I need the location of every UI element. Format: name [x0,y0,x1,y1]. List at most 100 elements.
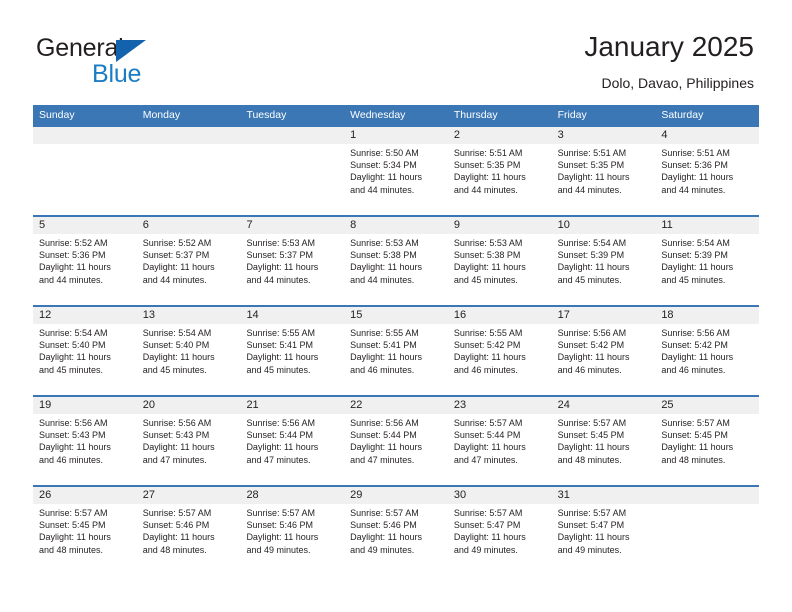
day-cell[interactable]: 2 Sunrise: 5:51 AM Sunset: 5:35 PM Daylight… [447,125,552,215]
day-cell[interactable]: 23 Sunrise: 5:57 AM Sunset: 5:44 PM Dayligh… [447,395,552,485]
day-number: 17 [551,307,656,324]
day-sunset-text: Sunset: 5:45 PM [661,430,728,441]
day-sun-info: Sunrise: 5:57 AM Sunset: 5:45 PM Daylight:… [655,414,759,466]
day-sunrise-text: Sunrise: 5:54 AM [39,328,108,338]
week-row: 5 Sunrise: 5:52 AM Sunset: 5:36 PM Daylight… [33,215,760,305]
day-sunrise-text: Sunrise: 5:55 AM [246,328,315,338]
day-daylight1-text: Daylight: 11 hours [453,442,526,453]
day-daylight1-text: Daylight: 11 hours [39,352,111,363]
day-daylight2-text: and 48 minutes. [661,454,726,465]
page-header: General Blue January 2025 Dolo, Davao, P… [0,0,792,104]
day-cell[interactable]: 3 Sunrise: 5:51 AM Sunset: 5:35 PM Daylight… [551,125,656,215]
day-cell[interactable]: 17 Sunrise: 5:56 AM Sunset: 5:42 PM Dayligh… [551,305,656,395]
day-sunrise-text: Sunrise: 5:57 AM [557,418,627,428]
day-daylight2-text: and 44 minutes. [661,184,726,195]
day-cell[interactable]: 21 Sunrise: 5:56 AM Sunset: 5:44 PM Dayligh… [240,395,345,485]
week-row: 19 Sunrise: 5:56 AM Sunset: 5:43 PM Dayligh… [33,395,760,485]
day-sunrise-text: Sunrise: 5:54 AM [661,238,730,248]
day-cell[interactable]: 15 Sunrise: 5:55 AM Sunset: 5:41 PM Dayligh… [344,305,448,395]
weekday-header-row: Sunday Monday Tuesday Wednesday Thursday Frid… [33,105,759,125]
day-daylight2-text: and 45 minutes. [246,364,311,375]
day-daylight2-text: and 47 minutes. [350,454,415,465]
weekday-header-sunday: Sunday [39,109,75,121]
day-daylight1-text: Daylight: 11 hours [246,532,319,543]
day-cell[interactable]: 18 Sunrise: 5:56 AM Sunset: 5:42 PM Dayligh… [655,305,760,395]
day-cell[interactable]: 12 Sunrise: 5:54 AM Sunset: 5:40 PM Dayligh… [33,305,137,395]
day-sunset-text: Sunset: 5:46 PM [246,520,313,531]
weekday-header-saturday: Saturday [661,109,704,121]
day-cell[interactable]: 22 Sunrise: 5:56 AM Sunset: 5:44 PM Dayligh… [344,395,448,485]
day-daylight1-text: Daylight: 11 hours [350,532,423,543]
day-daylight2-text: and 49 minutes. [453,544,518,555]
day-cell[interactable]: 30 Sunrise: 5:57 AM Sunset: 5:47 PM Dayligh… [447,485,552,575]
day-cell[interactable]: 27 Sunrise: 5:57 AM Sunset: 5:46 PM Dayligh… [136,485,241,575]
day-number: 12 [33,307,137,324]
day-sunrise-text: Sunrise: 5:50 AM [350,148,419,158]
day-sunrise-text: Sunrise: 5:55 AM [350,328,419,338]
day-daylight1-text: Daylight: 11 hours [142,352,215,363]
day-cell[interactable]: 6 Sunrise: 5:52 AM Sunset: 5:37 PM Daylight… [136,215,241,305]
day-cell[interactable]: 11 Sunrise: 5:54 AM Sunset: 5:39 PM Dayligh… [655,215,760,305]
day-sunset-text: Sunset: 5:35 PM [557,160,625,171]
day-sun-info: Sunrise: 5:57 AM Sunset: 5:44 PM Daylight:… [448,414,552,466]
day-number: 31 [551,487,656,504]
day-daylight1-text: Daylight: 11 hours [661,352,734,363]
day-cell[interactable]: 31 Sunrise: 5:57 AM Sunset: 5:47 PM Dayligh… [551,485,656,575]
day-number: 7 [240,217,345,234]
day-cell[interactable]: 16 Sunrise: 5:55 AM Sunset: 5:42 PM Dayligh… [447,305,552,395]
day-cell[interactable]: 13 Sunrise: 5:54 AM Sunset: 5:40 PM Dayligh… [136,305,241,395]
day-sun-info: Sunrise: 5:54 AM Sunset: 5:40 PM Daylight:… [33,324,137,376]
logo-triangle-icon [116,40,146,62]
day-daylight2-text: and 47 minutes. [142,454,207,465]
day-number [136,127,241,144]
day-daylight2-text: and 49 minutes. [246,544,311,555]
day-daylight1-text: Daylight: 11 hours [557,532,630,543]
day-number: 16 [447,307,552,324]
day-cell[interactable]: 29 Sunrise: 5:57 AM Sunset: 5:46 PM Dayligh… [344,485,448,575]
day-number: 22 [344,397,448,414]
day-cell[interactable]: 5 Sunrise: 5:52 AM Sunset: 5:36 PM Daylight… [33,215,137,305]
day-cell[interactable]: 7 Sunrise: 5:53 AM Sunset: 5:37 PM Daylight… [240,215,345,305]
day-cell[interactable]: 10 Sunrise: 5:54 AM Sunset: 5:39 PM Dayligh… [551,215,656,305]
day-number: 14 [240,307,345,324]
day-sunset-text: Sunset: 5:47 PM [453,520,521,531]
day-daylight1-text: Daylight: 11 hours [350,442,423,453]
day-cell[interactable]: 24 Sunrise: 5:57 AM Sunset: 5:45 PM Dayligh… [551,395,656,485]
day-daylight2-text: and 47 minutes. [246,454,311,465]
day-daylight1-text: Daylight: 11 hours [246,442,319,453]
day-daylight1-text: Daylight: 11 hours [142,442,215,453]
day-cell[interactable]: 4 Sunrise: 5:51 AM Sunset: 5:36 PM Daylight… [655,125,760,215]
day-daylight2-text: and 44 minutes. [453,184,518,195]
day-daylight1-text: Daylight: 11 hours [557,262,630,273]
day-cell[interactable]: 14 Sunrise: 5:55 AM Sunset: 5:41 PM Dayligh… [240,305,345,395]
day-cell[interactable]: 8 Sunrise: 5:53 AM Sunset: 5:38 PM Daylight… [344,215,448,305]
day-sun-info: Sunrise: 5:57 AM Sunset: 5:46 PM Daylight:… [137,504,241,556]
day-cell[interactable]: 26 Sunrise: 5:57 AM Sunset: 5:45 PM Dayligh… [33,485,137,575]
day-daylight2-text: and 46 minutes. [453,364,518,375]
day-sunset-text: Sunset: 5:34 PM [350,160,417,171]
day-number [33,127,137,144]
day-cell[interactable]: 1 Sunrise: 5:50 AM Sunset: 5:34 PM Daylight… [344,125,448,215]
day-number: 29 [344,487,448,504]
day-cell[interactable]: 28 Sunrise: 5:57 AM Sunset: 5:46 PM Dayligh… [240,485,345,575]
day-cell[interactable]: 9 Sunrise: 5:53 AM Sunset: 5:38 PM Daylight… [447,215,552,305]
title-block: January 2025 Dolo, Davao, Philippines [584,30,754,93]
day-sunrise-text: Sunrise: 5:56 AM [661,328,730,338]
day-daylight1-text: Daylight: 11 hours [661,442,734,453]
day-sun-info: Sunrise: 5:56 AM Sunset: 5:44 PM Daylight:… [344,414,448,466]
day-sunset-text: Sunset: 5:43 PM [142,430,210,441]
day-sunset-text: Sunset: 5:38 PM [453,250,521,261]
day-cell[interactable]: 19 Sunrise: 5:56 AM Sunset: 5:43 PM Dayligh… [33,395,137,485]
day-cell-empty [136,125,241,215]
day-sunrise-text: Sunrise: 5:51 AM [661,148,730,158]
day-daylight1-text: Daylight: 11 hours [246,262,319,273]
day-sunrise-text: Sunrise: 5:54 AM [142,328,212,338]
day-sunset-text: Sunset: 5:36 PM [39,250,106,261]
day-cell[interactable]: 20 Sunrise: 5:56 AM Sunset: 5:43 PM Dayligh… [136,395,241,485]
day-cell[interactable]: 25 Sunrise: 5:57 AM Sunset: 5:45 PM Dayligh… [655,395,760,485]
day-number: 20 [136,397,241,414]
day-sunset-text: Sunset: 5:41 PM [350,340,417,351]
day-sunset-text: Sunset: 5:44 PM [350,430,417,441]
day-sunrise-text: Sunrise: 5:57 AM [453,418,523,428]
day-daylight1-text: Daylight: 11 hours [453,532,526,543]
